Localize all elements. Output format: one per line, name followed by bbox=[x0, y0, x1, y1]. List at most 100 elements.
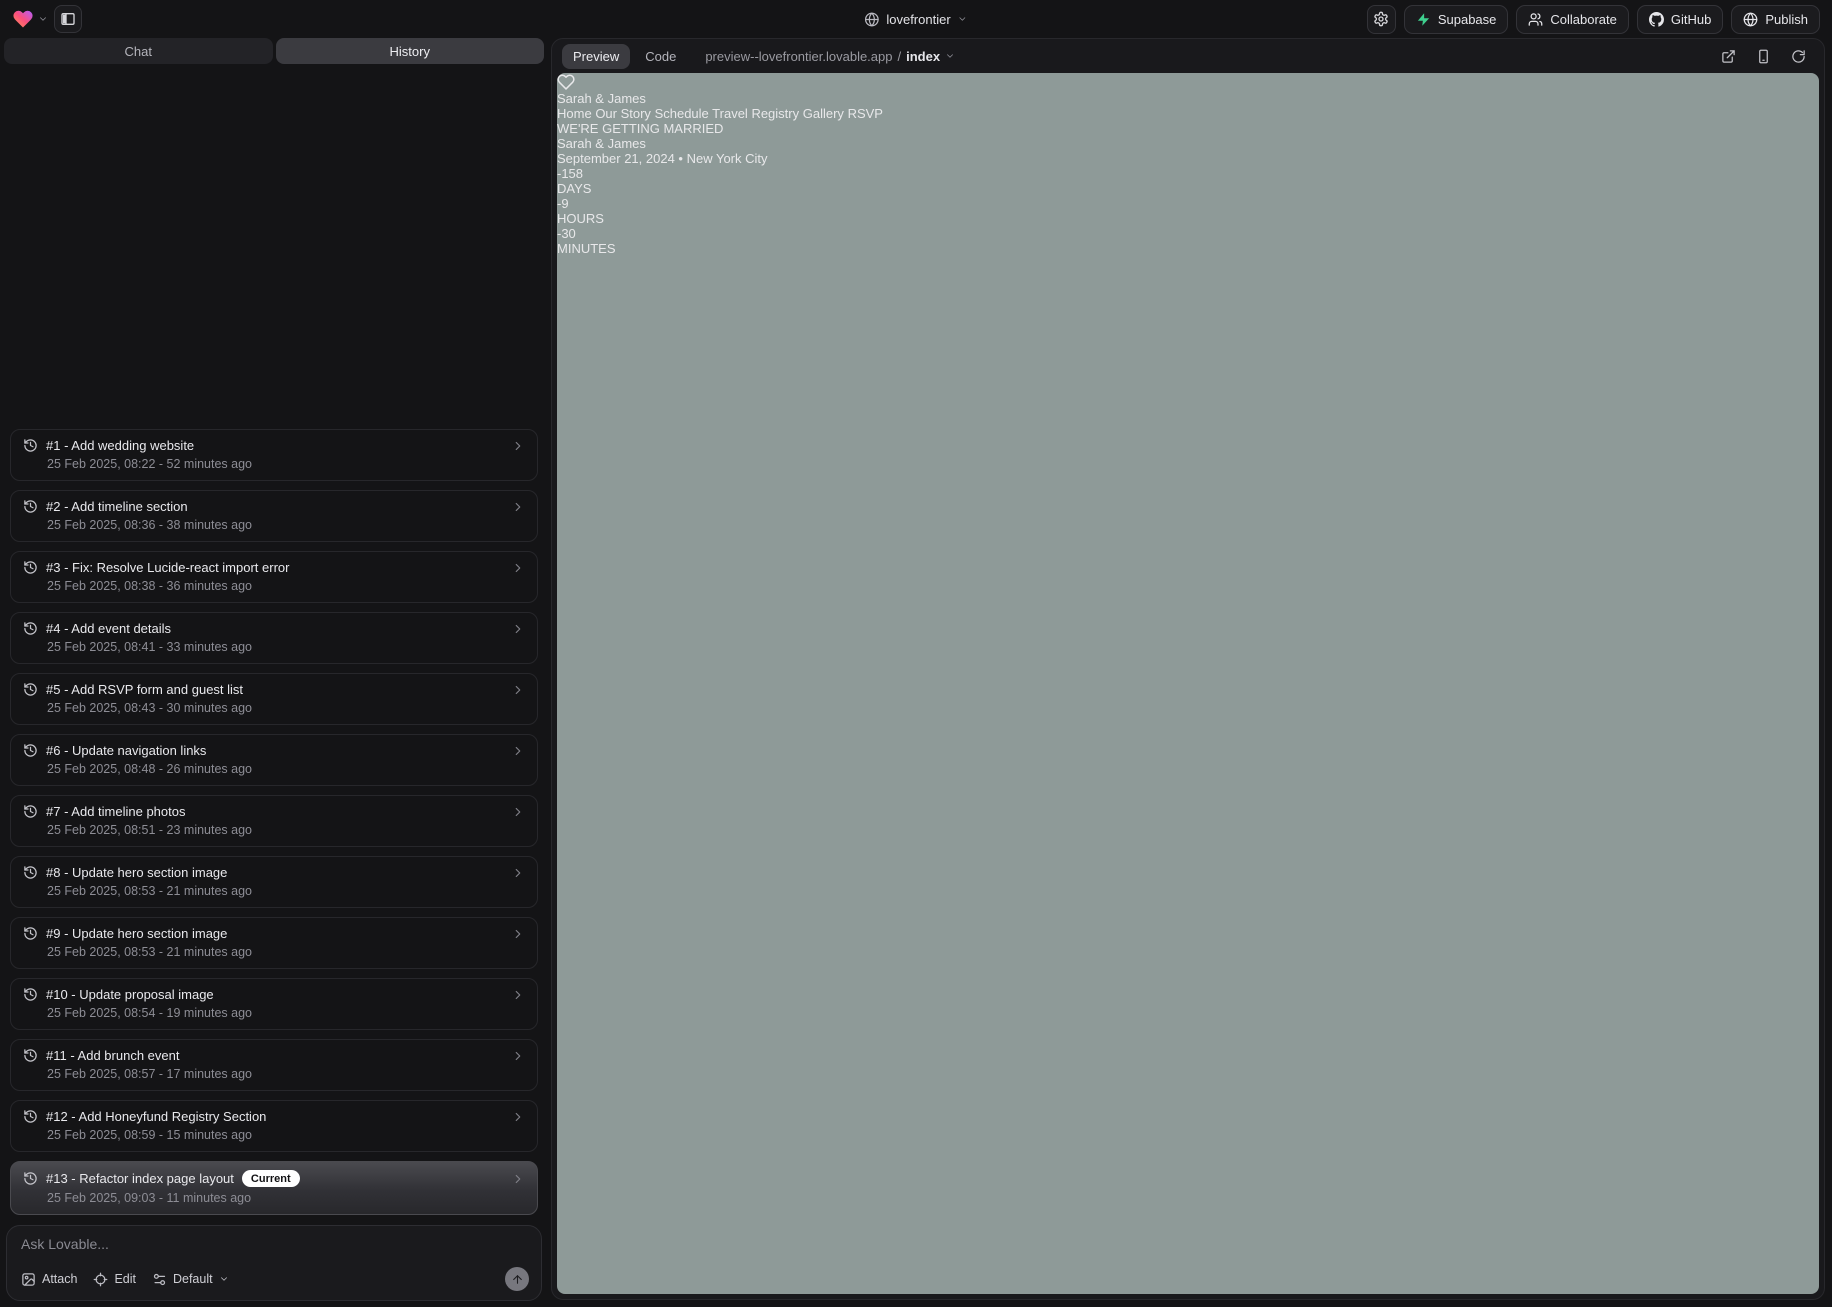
chevron-down-icon bbox=[38, 14, 48, 24]
history-item-title: #1 - Add wedding website bbox=[46, 438, 194, 453]
history-item[interactable]: #10 - Update proposal image 25 Feb 2025,… bbox=[10, 978, 538, 1030]
collaborate-button[interactable]: Collaborate bbox=[1516, 5, 1629, 34]
lovable-logo-menu[interactable] bbox=[12, 8, 48, 30]
history-icon bbox=[23, 804, 38, 819]
history-item[interactable]: #2 - Add timeline section 25 Feb 2025, 0… bbox=[10, 490, 538, 542]
project-name: lovefrontier bbox=[886, 12, 950, 27]
history-item-title: #13 - Refactor index page layout bbox=[46, 1171, 234, 1186]
history-icon bbox=[23, 1048, 38, 1063]
tab-code[interactable]: Code bbox=[634, 44, 687, 69]
history-item-meta: 25 Feb 2025, 08:53 - 21 minutes ago bbox=[47, 945, 525, 959]
gear-icon bbox=[1373, 11, 1389, 27]
edit-button[interactable]: Edit bbox=[93, 1272, 136, 1287]
publish-label: Publish bbox=[1765, 12, 1808, 27]
preview-url-host: preview--lovefrontier.lovable.app bbox=[705, 49, 892, 64]
project-selector[interactable]: lovefrontier bbox=[864, 0, 967, 38]
chevron-right-icon bbox=[511, 683, 525, 697]
chevron-right-icon bbox=[511, 622, 525, 636]
history-item[interactable]: #1 - Add wedding website 25 Feb 2025, 08… bbox=[10, 429, 538, 481]
history-item-meta: 25 Feb 2025, 08:57 - 17 minutes ago bbox=[47, 1067, 525, 1081]
history-item-title: #5 - Add RSVP form and guest list bbox=[46, 682, 243, 697]
toggle-sidebar-button[interactable] bbox=[54, 5, 82, 33]
history-item-meta: 25 Feb 2025, 08:48 - 26 minutes ago bbox=[47, 762, 525, 776]
history-icon bbox=[23, 621, 38, 636]
supabase-button[interactable]: Supabase bbox=[1404, 5, 1509, 34]
model-selector[interactable]: Default bbox=[152, 1272, 229, 1287]
history-item-title: #10 - Update proposal image bbox=[46, 987, 214, 1002]
history-item[interactable]: #3 - Fix: Resolve Lucide-react import er… bbox=[10, 551, 538, 603]
panel-left-icon bbox=[60, 11, 76, 27]
history-item-title: #2 - Add timeline section bbox=[46, 499, 188, 514]
history-icon bbox=[23, 987, 38, 1002]
prompt-composer: Attach Edit Default bbox=[6, 1225, 542, 1301]
tab-chat[interactable]: Chat bbox=[4, 38, 273, 64]
site-preview: Sarah & James Home Our Story Schedule Tr… bbox=[557, 73, 1819, 1294]
send-button[interactable] bbox=[505, 1267, 529, 1291]
history-item-meta: 25 Feb 2025, 08:53 - 21 minutes ago bbox=[47, 884, 525, 898]
history-item[interactable]: #5 - Add RSVP form and guest list 25 Feb… bbox=[10, 673, 538, 725]
tab-preview[interactable]: Preview bbox=[562, 44, 630, 69]
history-icon bbox=[23, 743, 38, 758]
history-item-title: #3 - Fix: Resolve Lucide-react import er… bbox=[46, 560, 289, 575]
open-external-icon[interactable] bbox=[1721, 49, 1736, 64]
history-item[interactable]: #4 - Add event details 25 Feb 2025, 08:4… bbox=[10, 612, 538, 664]
history-icon bbox=[23, 1171, 38, 1186]
chevron-right-icon bbox=[511, 439, 525, 453]
chevron-right-icon bbox=[511, 805, 525, 819]
history-item[interactable]: #7 - Add timeline photos 25 Feb 2025, 08… bbox=[10, 795, 538, 847]
chevron-down-icon bbox=[219, 1274, 229, 1284]
history-item-title: #12 - Add Honeyfund Registry Section bbox=[46, 1109, 266, 1124]
mobile-view-icon[interactable] bbox=[1756, 49, 1771, 64]
history-item-meta: 25 Feb 2025, 08:51 - 23 minutes ago bbox=[47, 823, 525, 837]
publish-button[interactable]: Publish bbox=[1731, 5, 1820, 34]
history-item-meta: 25 Feb 2025, 08:43 - 30 minutes ago bbox=[47, 701, 525, 715]
history-icon bbox=[23, 682, 38, 697]
settings-button[interactable] bbox=[1367, 5, 1396, 34]
history-item-meta: 25 Feb 2025, 08:36 - 38 minutes ago bbox=[47, 518, 525, 532]
chevron-right-icon bbox=[511, 1110, 525, 1124]
globe-icon bbox=[864, 12, 879, 27]
chevron-right-icon bbox=[511, 744, 525, 758]
chevron-right-icon bbox=[511, 1049, 525, 1063]
chevron-right-icon bbox=[511, 988, 525, 1002]
github-button[interactable]: GitHub bbox=[1637, 5, 1723, 34]
chevron-right-icon bbox=[511, 561, 525, 575]
prompt-input[interactable] bbox=[21, 1236, 529, 1258]
chevron-right-icon bbox=[511, 866, 525, 880]
history-icon bbox=[23, 560, 38, 575]
preview-url-page: index bbox=[906, 49, 940, 64]
attach-button[interactable]: Attach bbox=[21, 1272, 77, 1287]
history-item-meta: 25 Feb 2025, 08:54 - 19 minutes ago bbox=[47, 1006, 525, 1020]
tab-history[interactable]: History bbox=[276, 38, 545, 64]
supabase-label: Supabase bbox=[1438, 12, 1497, 27]
history-item-meta: 25 Feb 2025, 08:59 - 15 minutes ago bbox=[47, 1128, 525, 1142]
history-item-title: #7 - Add timeline photos bbox=[46, 804, 185, 819]
current-badge: Current bbox=[242, 1170, 300, 1187]
users-icon bbox=[1528, 12, 1543, 27]
github-label: GitHub bbox=[1671, 12, 1711, 27]
sliders-icon bbox=[152, 1272, 167, 1287]
preview-url-separator: / bbox=[897, 49, 901, 64]
preview-url-selector[interactable]: preview--lovefrontier.lovable.app / inde… bbox=[705, 49, 955, 64]
history-item[interactable]: #13 - Refactor index page layout Current… bbox=[10, 1161, 538, 1215]
history-item-title: #6 - Update navigation links bbox=[46, 743, 206, 758]
history-item[interactable]: #8 - Update hero section image 25 Feb 20… bbox=[10, 856, 538, 908]
history-item[interactable]: #6 - Update navigation links 25 Feb 2025… bbox=[10, 734, 538, 786]
preview-panel: Preview Code preview--lovefrontier.lovab… bbox=[551, 38, 1825, 1300]
history-item[interactable]: #11 - Add brunch event 25 Feb 2025, 08:5… bbox=[10, 1039, 538, 1091]
history-list: #1 - Add wedding website 25 Feb 2025, 08… bbox=[4, 429, 544, 1215]
collaborate-label: Collaborate bbox=[1550, 12, 1617, 27]
history-item[interactable]: #12 - Add Honeyfund Registry Section 25 … bbox=[10, 1100, 538, 1152]
chevron-right-icon bbox=[511, 927, 525, 941]
edit-label: Edit bbox=[114, 1272, 136, 1286]
history-item-title: #8 - Update hero section image bbox=[46, 865, 227, 880]
image-icon bbox=[21, 1272, 36, 1287]
history-icon bbox=[23, 499, 38, 514]
history-item[interactable]: #9 - Update hero section image 25 Feb 20… bbox=[10, 917, 538, 969]
chevron-down-icon bbox=[945, 51, 955, 61]
chevron-down-icon bbox=[958, 14, 968, 24]
history-icon bbox=[23, 438, 38, 453]
history-icon bbox=[23, 926, 38, 941]
refresh-icon[interactable] bbox=[1791, 49, 1806, 64]
chevron-right-icon bbox=[511, 500, 525, 514]
